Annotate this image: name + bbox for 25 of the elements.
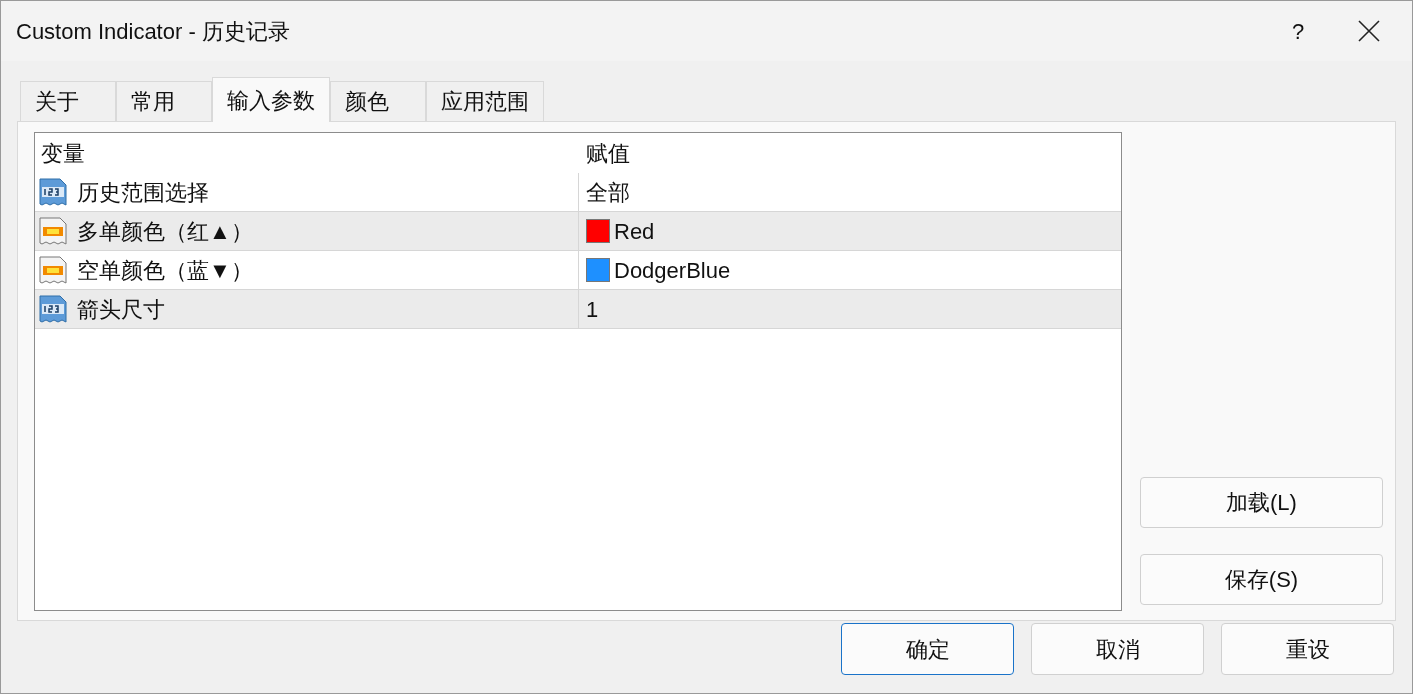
- window-title: Custom Indicator - 历史记录: [16, 17, 291, 46]
- tab[interactable]: 关于: [20, 81, 116, 121]
- value-cell-text: 全部: [586, 178, 630, 207]
- tab[interactable]: 常用: [116, 81, 212, 121]
- side-button[interactable]: 保存(S): [1140, 554, 1383, 605]
- tab[interactable]: 输入参数: [212, 77, 330, 122]
- value-cell-text: Red: [614, 217, 655, 246]
- value-cell-text: 1: [586, 295, 599, 324]
- variable-cell-text: 历史范围选择: [77, 178, 209, 207]
- dialog-button[interactable]: 取消: [1031, 623, 1204, 675]
- number-type-icon: [37, 293, 69, 325]
- variable-cell-text: 箭头尺寸: [77, 295, 165, 324]
- column-header: 变量: [40, 139, 86, 168]
- number-type-icon: [37, 176, 69, 208]
- close-icon: [1358, 20, 1380, 42]
- value-cell-text: DodgerBlue: [614, 256, 731, 285]
- column-header: 赋值: [585, 139, 630, 168]
- tab[interactable]: 颜色: [330, 81, 426, 121]
- variable-cell-text: 空单颜色（蓝▼）: [77, 256, 253, 285]
- dialog-button[interactable]: 重设: [1221, 623, 1394, 675]
- help-button[interactable]: ?: [1270, 1, 1326, 61]
- dialog-button[interactable]: 确定: [841, 623, 1014, 675]
- side-button[interactable]: 加载(L): [1140, 477, 1383, 528]
- tab[interactable]: 应用范围: [426, 81, 544, 121]
- variable-cell-text: 多单颜色（红▲）: [77, 217, 253, 246]
